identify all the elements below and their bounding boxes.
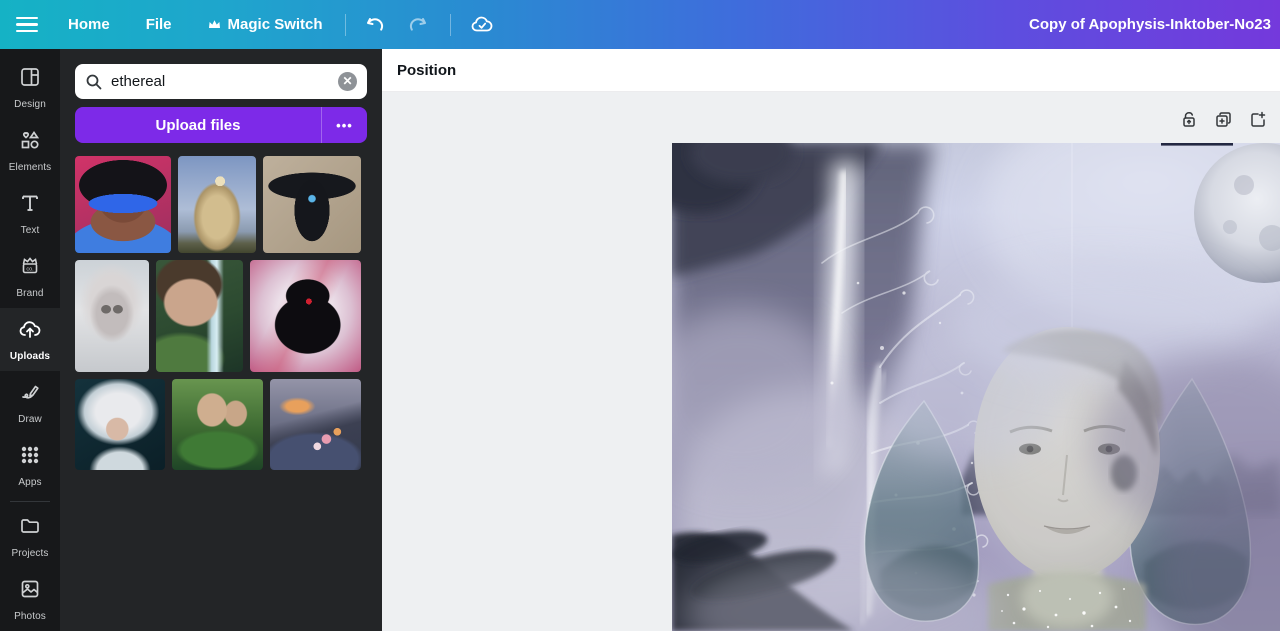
magic-switch-label: Magic Switch xyxy=(227,16,323,33)
sidebar-item-apps[interactable]: Apps xyxy=(0,434,60,497)
toolbar-divider xyxy=(344,13,346,36)
sidebar-item-draw[interactable]: Draw xyxy=(0,371,60,434)
sidebar-item-photos[interactable]: Photos xyxy=(0,568,60,631)
hamburger-menu-icon[interactable] xyxy=(16,16,38,33)
crown-icon xyxy=(208,19,221,30)
text-icon xyxy=(18,191,42,220)
sidebar-item-design[interactable]: Design xyxy=(0,56,60,119)
add-page-icon[interactable] xyxy=(1249,110,1268,134)
uploads-panel: ✕ Upload files ••• xyxy=(60,49,382,631)
upload-thumbnail-pale-ethereal-portrait[interactable] xyxy=(75,260,149,372)
search-box: ✕ xyxy=(75,64,367,99)
upload-thumbnail-golden-sand-figure[interactable] xyxy=(178,156,256,253)
uploads-grid xyxy=(75,156,367,470)
home-menu-item[interactable]: Home xyxy=(68,16,110,33)
apps-icon xyxy=(18,443,42,472)
upload-thumbnail-forest-waterfall-face[interactable] xyxy=(156,260,243,372)
cloud-save-icon[interactable] xyxy=(470,14,496,36)
sidebar-item-brand[interactable]: co. Brand xyxy=(0,245,60,308)
sidebar-item-text[interactable]: Text xyxy=(0,182,60,245)
search-icon xyxy=(85,73,103,91)
search-input[interactable] xyxy=(111,73,338,90)
sidebar-item-elements[interactable]: Elements xyxy=(0,119,60,182)
upload-thumbnail-green-foliage-faces[interactable] xyxy=(172,379,263,470)
sidebar-divider xyxy=(10,501,50,502)
elements-icon xyxy=(18,128,42,157)
upload-thumbnail-white-hair-spirit[interactable] xyxy=(75,379,165,470)
upload-files-button[interactable]: Upload files xyxy=(75,107,321,143)
upload-thumbnail-portrait-blue-lips[interactable] xyxy=(75,156,171,253)
upload-files-button-group: Upload files ••• xyxy=(75,107,367,143)
upload-thumbnail-misty-mountain-flowers[interactable] xyxy=(270,379,361,470)
file-menu-item[interactable]: File xyxy=(146,16,172,33)
canvas-workspace[interactable] xyxy=(382,92,1280,631)
photos-icon xyxy=(18,577,42,606)
magic-switch-menu-item[interactable]: Magic Switch xyxy=(208,16,323,33)
sidebar-item-projects[interactable]: Projects xyxy=(0,505,60,568)
projects-icon xyxy=(18,514,42,543)
design-icon xyxy=(18,65,42,94)
canvas-page-artwork[interactable] xyxy=(672,143,1280,631)
document-title[interactable]: Copy of Apophysis-Inktober-No23 xyxy=(1029,16,1271,33)
undo-icon[interactable] xyxy=(365,15,387,35)
top-bar: Home File Magic Switch Copy of Apophysis… xyxy=(0,0,1280,49)
page-actions xyxy=(1180,110,1268,134)
brand-icon: co. xyxy=(18,254,42,283)
toolbar-divider xyxy=(449,13,451,36)
clear-search-icon[interactable]: ✕ xyxy=(338,72,357,91)
context-toolbar: Position xyxy=(382,49,1280,92)
draw-icon xyxy=(18,380,42,409)
svg-text:co.: co. xyxy=(26,267,34,273)
upload-thumbnail-dark-spiky-creature[interactable] xyxy=(250,260,361,372)
upload-thumbnail-raven-blue-eye[interactable] xyxy=(263,156,361,253)
duplicate-page-icon[interactable] xyxy=(1214,110,1233,134)
position-button[interactable]: Position xyxy=(397,62,456,79)
sidebar-item-uploads[interactable]: Uploads xyxy=(0,308,60,371)
ethereal-collage-image xyxy=(672,143,1280,631)
lock-icon[interactable] xyxy=(1180,110,1198,134)
app-sidebar: Design Elements Text co. Brand Uploads D… xyxy=(0,49,60,631)
uploads-icon xyxy=(17,317,43,346)
redo-icon[interactable] xyxy=(406,15,428,35)
upload-more-options-button[interactable]: ••• xyxy=(321,107,367,143)
